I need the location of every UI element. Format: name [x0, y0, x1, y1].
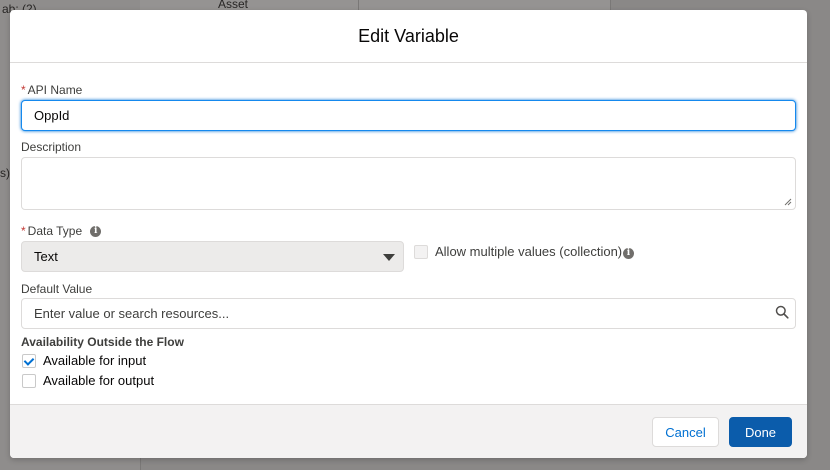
required-marker: * — [21, 83, 26, 97]
availability-section-title: Availability Outside the Flow — [21, 335, 184, 349]
search-icon[interactable] — [775, 305, 789, 319]
edit-variable-modal: Edit Variable * API Name OppId Descripti… — [10, 10, 807, 458]
available-for-input-label: Available for input — [43, 353, 147, 368]
available-for-output-label: Available for output — [43, 373, 155, 388]
allow-multiple-checkbox[interactable] — [414, 245, 428, 259]
api-name-input[interactable]: OppId — [21, 100, 796, 131]
info-icon[interactable]: i — [623, 248, 634, 259]
resize-handle-icon[interactable] — [784, 198, 792, 206]
data-type-label: * Data Type i — [21, 224, 102, 238]
available-for-input-checkbox[interactable] — [22, 354, 36, 368]
caret-down-icon — [383, 254, 395, 261]
modal-body: * API Name OppId Description * Data Type… — [10, 63, 807, 405]
default-value-label-text: Default Value — [21, 282, 93, 296]
description-label-text: Description — [21, 140, 82, 154]
done-button[interactable]: Done — [729, 417, 792, 447]
modal-header: Edit Variable — [10, 10, 807, 63]
api-name-label: * API Name — [21, 83, 82, 97]
required-marker: * — [21, 224, 26, 238]
modal-footer: Cancel Done — [10, 404, 807, 458]
description-label: Description — [21, 140, 81, 154]
data-type-label-text: Data Type — [27, 224, 83, 238]
data-type-select[interactable]: Text — [21, 241, 404, 272]
api-name-label-text: API Name — [27, 83, 83, 97]
description-textarea[interactable] — [21, 157, 796, 210]
modal-title: Edit Variable — [358, 25, 459, 46]
allow-multiple-label: Allow multiple values (collection) — [435, 244, 623, 259]
default-value-input[interactable]: Enter value or search resources... — [21, 298, 796, 329]
available-for-output-checkbox[interactable] — [22, 374, 36, 388]
cancel-button[interactable]: Cancel — [652, 417, 719, 447]
default-value-placeholder: Enter value or search resources... — [34, 306, 230, 321]
info-icon[interactable]: i — [90, 225, 102, 237]
default-value-label: Default Value — [21, 282, 92, 296]
data-type-selected: Text — [34, 249, 58, 264]
api-name-value: OppId — [34, 108, 70, 123]
